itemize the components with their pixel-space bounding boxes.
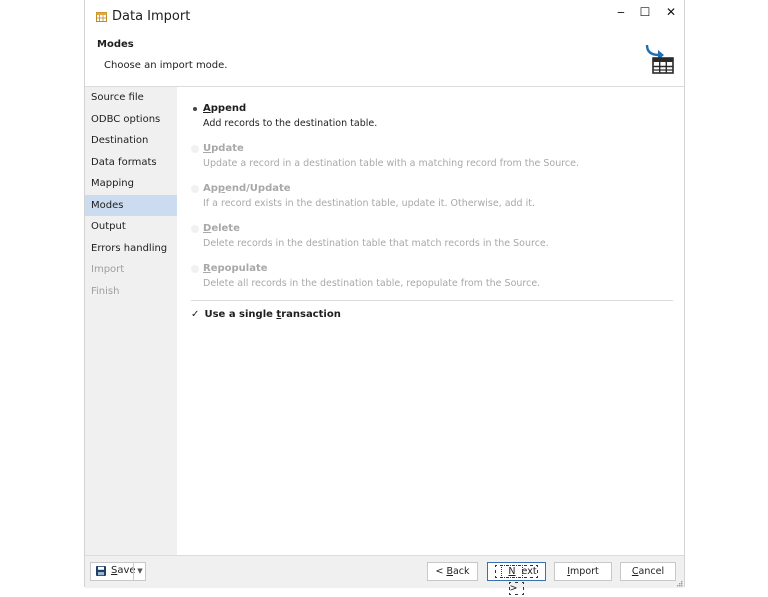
checkmark-icon: ✓ xyxy=(191,309,200,320)
cancel-button[interactable]: Cancel xyxy=(620,562,676,581)
sidebar-item-destination[interactable]: Destination xyxy=(85,130,177,152)
save-split-button: Save ▼ xyxy=(90,562,146,581)
delete-description: Delete records in the destination table … xyxy=(203,238,549,249)
data-import-window: Data Import ‒ ☐ ✕ Modes Choose an import… xyxy=(84,0,685,595)
minimize-button[interactable]: ‒ xyxy=(609,5,633,23)
repopulate-radio xyxy=(191,265,199,273)
update-radio xyxy=(191,145,199,153)
page-title: Modes xyxy=(97,39,134,50)
append-description: Add records to the destination table. xyxy=(203,118,378,129)
calendar-table-icon xyxy=(96,12,107,22)
next-button[interactable]: Next > xyxy=(487,562,546,595)
sidebar-item-odbc-options[interactable]: ODBC options xyxy=(85,109,177,131)
import-table-icon xyxy=(645,44,674,74)
sidebar-item-output[interactable]: Output xyxy=(85,216,177,238)
title-bar: Data Import ‒ ☐ ✕ xyxy=(85,0,684,34)
single-transaction-checkbox[interactable]: ✓ Use a single transaction xyxy=(191,309,341,320)
save-label: Save xyxy=(111,565,136,576)
resize-grip-icon[interactable] xyxy=(677,581,683,587)
append-update-description: If a record exists in the destination ta… xyxy=(203,198,535,209)
single-transaction-label: Use a single transaction xyxy=(204,309,341,320)
window-title: Data Import xyxy=(112,9,191,24)
delete-radio xyxy=(191,225,199,233)
sidebar-item-errors-handling[interactable]: Errors handling xyxy=(85,238,177,260)
divider xyxy=(191,300,673,301)
back-button[interactable]: < Back xyxy=(427,562,478,581)
sidebar-item-import: Import xyxy=(91,264,125,275)
sidebar-item-data-formats[interactable]: Data formats xyxy=(85,152,177,174)
save-dropdown-chevron-icon[interactable]: ▼ xyxy=(133,563,146,580)
append-update-radio xyxy=(191,185,199,193)
delete-label: Delete xyxy=(203,223,240,234)
repopulate-label: Repopulate xyxy=(203,263,268,274)
page-header: Modes Choose an import mode. xyxy=(85,34,684,87)
wizard-footer: Save ▼ < Back Next > Import Cancel xyxy=(85,555,684,595)
append-update-label: Append/Update xyxy=(203,183,291,194)
modes-panel: Append Add records to the destination ta… xyxy=(177,87,684,555)
page-subtitle: Choose an import mode. xyxy=(104,60,228,71)
wizard-steps-sidebar: Source file ODBC options Destination Dat… xyxy=(85,87,177,555)
update-label: Update xyxy=(203,143,244,154)
update-description: Update a record in a destination table w… xyxy=(203,158,580,169)
sidebar-item-modes[interactable]: Modes xyxy=(85,194,177,216)
append-label: Append xyxy=(203,103,247,114)
sidebar-item-mapping[interactable]: Mapping xyxy=(85,173,177,195)
import-button[interactable]: Import xyxy=(554,562,612,581)
close-button[interactable]: ✕ xyxy=(659,5,683,23)
save-button[interactable]: Save xyxy=(91,563,136,580)
floppy-disk-icon xyxy=(96,566,106,576)
sidebar-item-finish: Finish xyxy=(91,285,120,297)
append-radio[interactable] xyxy=(191,105,199,113)
repopulate-description: Delete all records in the destination ta… xyxy=(203,278,541,289)
sidebar-item-source-file[interactable]: Source file xyxy=(85,87,177,109)
maximize-button[interactable]: ☐ xyxy=(633,5,657,23)
